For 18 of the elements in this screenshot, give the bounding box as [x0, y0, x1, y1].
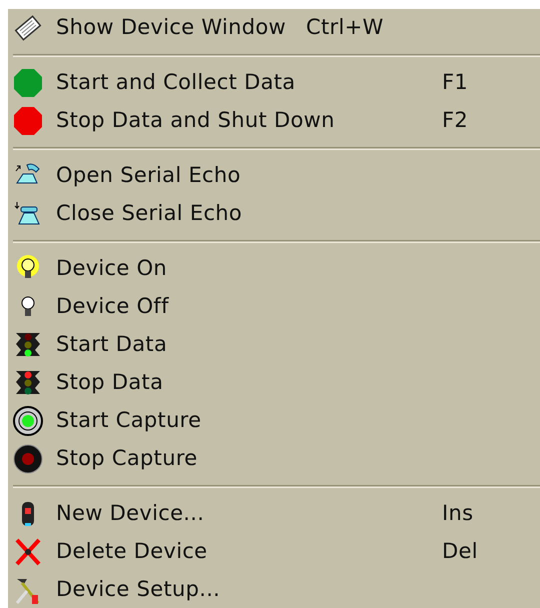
menu-item[interactable]: Device Off: [8, 288, 540, 326]
menu-item[interactable]: Start Data: [8, 326, 540, 364]
stop-sign-icon: [13, 106, 43, 136]
menu-item[interactable]: Stop Capture: [8, 440, 540, 478]
menu-item[interactable]: Start Capture: [8, 402, 540, 440]
menu-item[interactable]: New Device... Ins: [8, 495, 540, 533]
menu-item[interactable]: Close Serial Echo: [8, 195, 540, 233]
menu-item[interactable]: Device Setup...: [8, 571, 540, 608]
delete-icon: [13, 537, 43, 567]
menu-item[interactable]: Delete Device Del: [8, 533, 540, 571]
menu-item[interactable]: Stop Data: [8, 364, 540, 402]
record-button-icon: [13, 444, 43, 474]
menu-item[interactable]: Stop Data and Shut Down F2: [8, 102, 540, 140]
record-button-icon: [13, 406, 43, 436]
menu-item[interactable]: Start and Collect Data F1: [8, 64, 540, 102]
menu-item[interactable]: Show Device Window Ctrl+W: [8, 9, 540, 47]
menu-item[interactable]: Open Serial Echo: [8, 157, 540, 195]
menu-item[interactable]: Device On: [8, 250, 540, 288]
